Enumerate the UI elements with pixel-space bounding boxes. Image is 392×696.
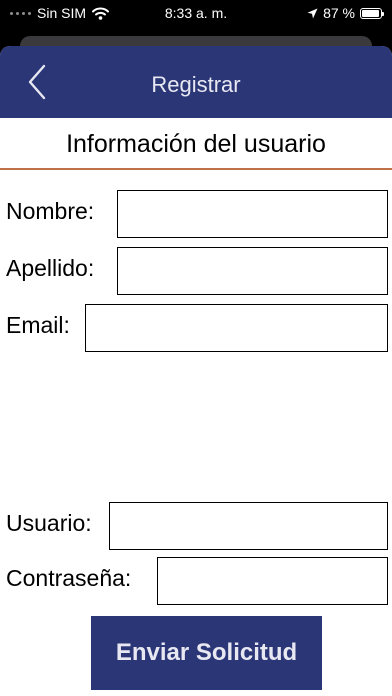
email-label: Email:: [6, 312, 70, 338]
nombre-input[interactable]: [117, 190, 388, 238]
nombre-label: Nombre:: [6, 198, 95, 224]
battery-icon: [360, 7, 384, 19]
nav-title: Registrar: [151, 72, 241, 97]
section-title: Información del usuario: [66, 130, 326, 158]
password-label: Contraseña:: [6, 565, 132, 591]
password-input[interactable]: [157, 557, 388, 605]
status-bar: Sin SIM 8:33 a. m. 87 %: [0, 0, 392, 28]
email-input[interactable]: [85, 304, 388, 352]
usuario-input[interactable]: [109, 502, 388, 550]
status-right: 87 %: [307, 5, 384, 21]
apellido-input[interactable]: [117, 247, 388, 295]
section-divider: [0, 168, 392, 170]
nav-bar: Registrar: [0, 46, 392, 118]
usuario-label: Usuario:: [6, 510, 92, 536]
submit-button[interactable]: Enviar Solicitud: [91, 616, 322, 690]
apellido-label: Apellido:: [6, 255, 95, 281]
location-arrow-icon: [307, 8, 318, 18]
register-sheet: Registrar Información del usuario Nombre…: [0, 46, 392, 696]
battery-percent: 87 %: [323, 5, 355, 21]
